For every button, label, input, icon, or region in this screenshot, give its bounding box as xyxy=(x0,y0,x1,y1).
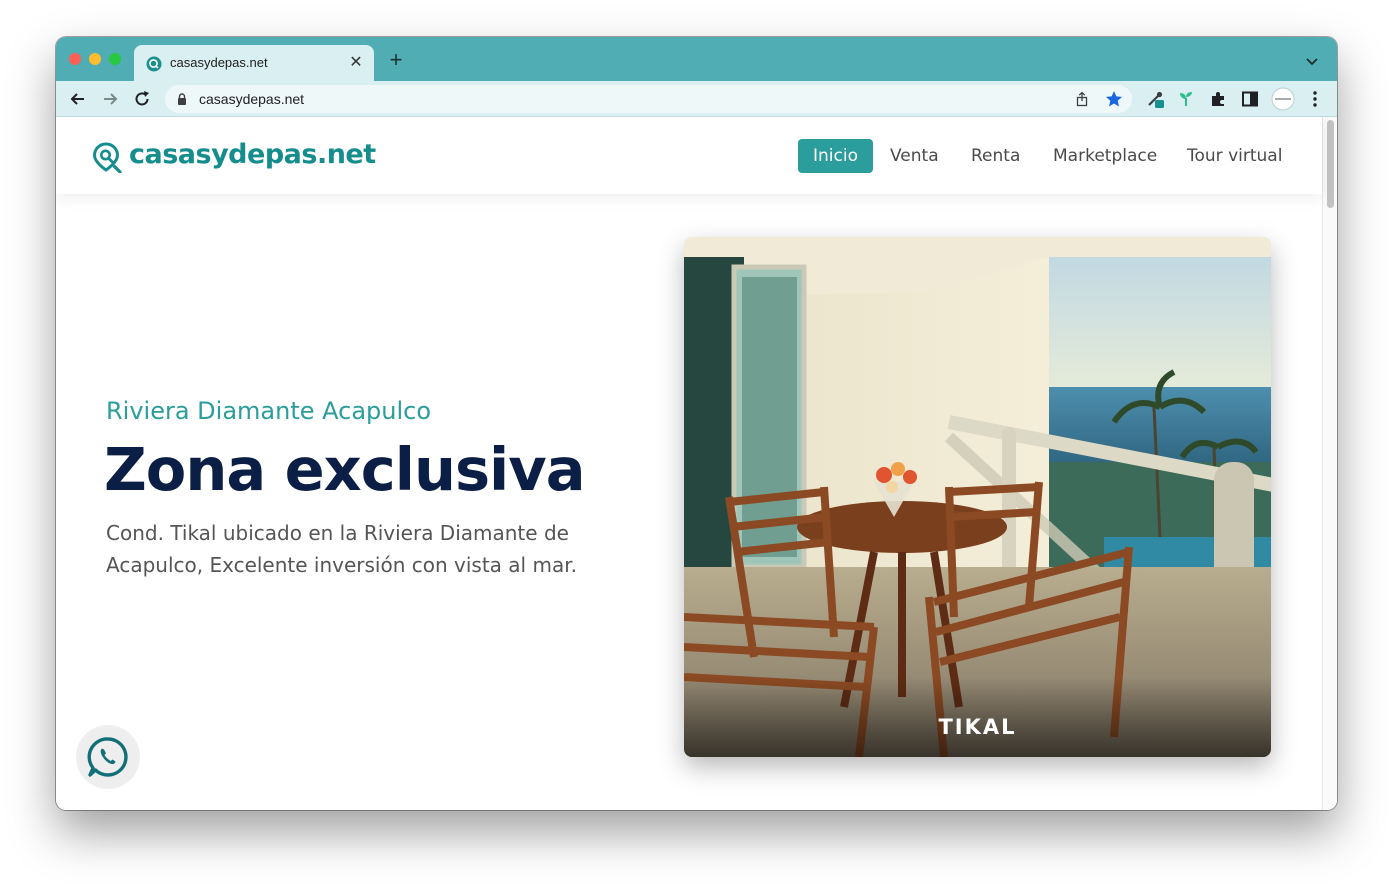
tab-bar: casasydepas.net ✕ + xyxy=(56,37,1337,81)
eyedropper-extension-icon[interactable] xyxy=(1145,89,1165,109)
browser-tab[interactable]: casasydepas.net ✕ xyxy=(134,45,374,81)
whatsapp-icon xyxy=(87,737,128,777)
share-icon[interactable] xyxy=(1074,91,1090,107)
scrollbar-thumb[interactable] xyxy=(1327,120,1334,208)
browser-toolbar: casasydepas.net xyxy=(56,81,1337,117)
photo-caption: TIKAL xyxy=(938,715,1017,739)
nav-tour-virtual[interactable]: Tour virtual xyxy=(1187,139,1282,173)
reload-icon[interactable] xyxy=(132,89,152,109)
brand-name[interactable]: casasydepas.net xyxy=(129,139,376,170)
balcony-sea-view-image xyxy=(684,237,1271,757)
browser-menu-icon[interactable] xyxy=(1305,89,1325,109)
bookmark-star-icon[interactable] xyxy=(1105,90,1123,108)
address-bar[interactable]: casasydepas.net xyxy=(165,85,1132,113)
forward-arrow-icon[interactable] xyxy=(100,89,120,109)
location-search-logo-icon[interactable] xyxy=(90,141,122,173)
nav-inicio[interactable]: Inicio xyxy=(798,139,873,173)
page-viewport: casasydepas.net Inicio Venta Renta Marke… xyxy=(56,117,1337,810)
property-photo[interactable]: TIKAL xyxy=(684,237,1271,757)
url-text: casasydepas.net xyxy=(199,91,305,107)
close-window-button[interactable] xyxy=(69,53,81,65)
site-header: casasydepas.net Inicio Venta Renta Marke… xyxy=(56,117,1322,194)
site-favicon-icon xyxy=(146,56,162,72)
whatsapp-button[interactable] xyxy=(76,725,140,789)
nav-venta[interactable]: Venta xyxy=(890,139,939,173)
hero-subtitle: Riviera Diamante Acapulco xyxy=(106,397,432,425)
new-tab-button[interactable]: + xyxy=(386,49,406,71)
hero-headline: Zona exclusiva xyxy=(104,435,586,504)
page-scrollbar[interactable] xyxy=(1322,117,1337,810)
browser-window: casasydepas.net ✕ + casasydepas.net casa… xyxy=(56,37,1337,810)
extensions-puzzle-icon[interactable] xyxy=(1208,89,1228,109)
side-panel-icon[interactable] xyxy=(1240,89,1260,109)
nav-marketplace[interactable]: Marketplace xyxy=(1053,139,1157,173)
minimize-window-button[interactable] xyxy=(89,53,101,65)
plant-extension-icon[interactable] xyxy=(1176,89,1196,109)
lock-icon xyxy=(178,93,186,105)
tab-close-icon[interactable]: ✕ xyxy=(348,52,364,72)
tab-search-chevron-icon[interactable] xyxy=(1305,54,1319,68)
hero-description: Cond. Tikal ubicado en la Riviera Diaman… xyxy=(106,521,577,577)
profile-avatar-icon[interactable] xyxy=(1271,87,1295,111)
tab-title: casasydepas.net xyxy=(170,55,268,70)
zoom-window-button[interactable] xyxy=(109,53,121,65)
back-arrow-icon[interactable] xyxy=(68,89,88,109)
nav-renta[interactable]: Renta xyxy=(971,139,1020,173)
